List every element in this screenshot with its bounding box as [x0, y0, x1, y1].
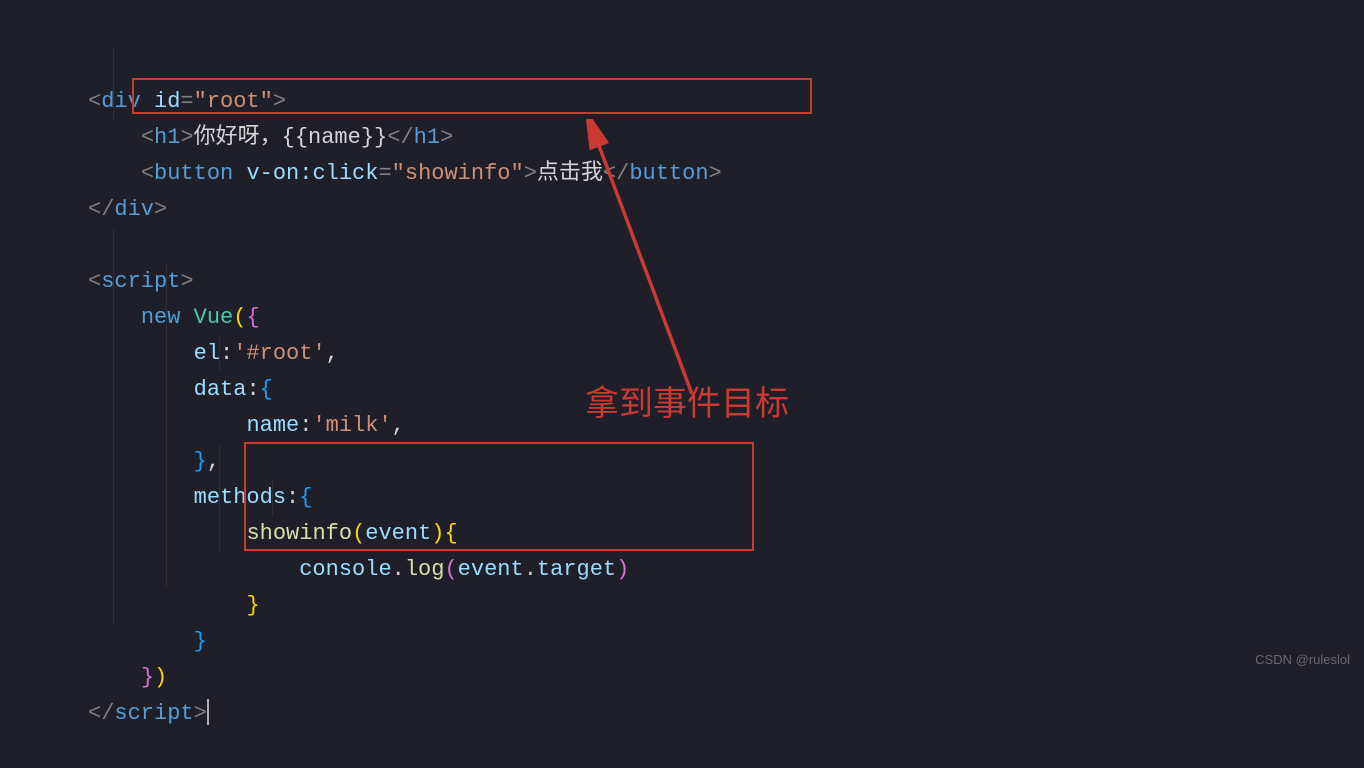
indent-guide: [113, 228, 114, 624]
code-editor[interactable]: <div id="root"> <h1>你好呀，{{name}}</h1> <b…: [0, 0, 1364, 768]
code-line[interactable]: new Vue({: [88, 300, 1364, 336]
indent-guide: [219, 336, 220, 372]
code-line[interactable]: }: [88, 588, 1364, 624]
indent-guide: [166, 264, 167, 588]
code-line[interactable]: },: [88, 444, 1364, 480]
code-line[interactable]: <h1>你好呀，{{name}}</h1>: [88, 120, 1364, 156]
code-line[interactable]: [88, 228, 1364, 264]
text-cursor: [207, 699, 209, 725]
code-line[interactable]: }): [88, 660, 1364, 696]
indent-guide: [219, 444, 220, 552]
code-line[interactable]: </script>: [88, 696, 1364, 732]
code-line[interactable]: showinfo(event){: [88, 516, 1364, 552]
annotation-label: 拿到事件目标: [585, 386, 789, 422]
code-line[interactable]: }: [88, 624, 1364, 660]
indent-guide: [272, 480, 273, 516]
code-line[interactable]: </div>: [88, 192, 1364, 228]
code-line[interactable]: methods:{: [88, 480, 1364, 516]
code-line[interactable]: <button v-on:click="showinfo">点击我</butto…: [88, 156, 1364, 192]
code-line[interactable]: <div id="root">: [88, 84, 1364, 120]
code-line[interactable]: <script>: [88, 264, 1364, 300]
code-line[interactable]: console.log(event.target): [88, 552, 1364, 588]
code-line[interactable]: el:'#root',: [88, 336, 1364, 372]
watermark: CSDN @ruleslol: [1255, 642, 1350, 678]
indent-guide: [113, 48, 114, 120]
